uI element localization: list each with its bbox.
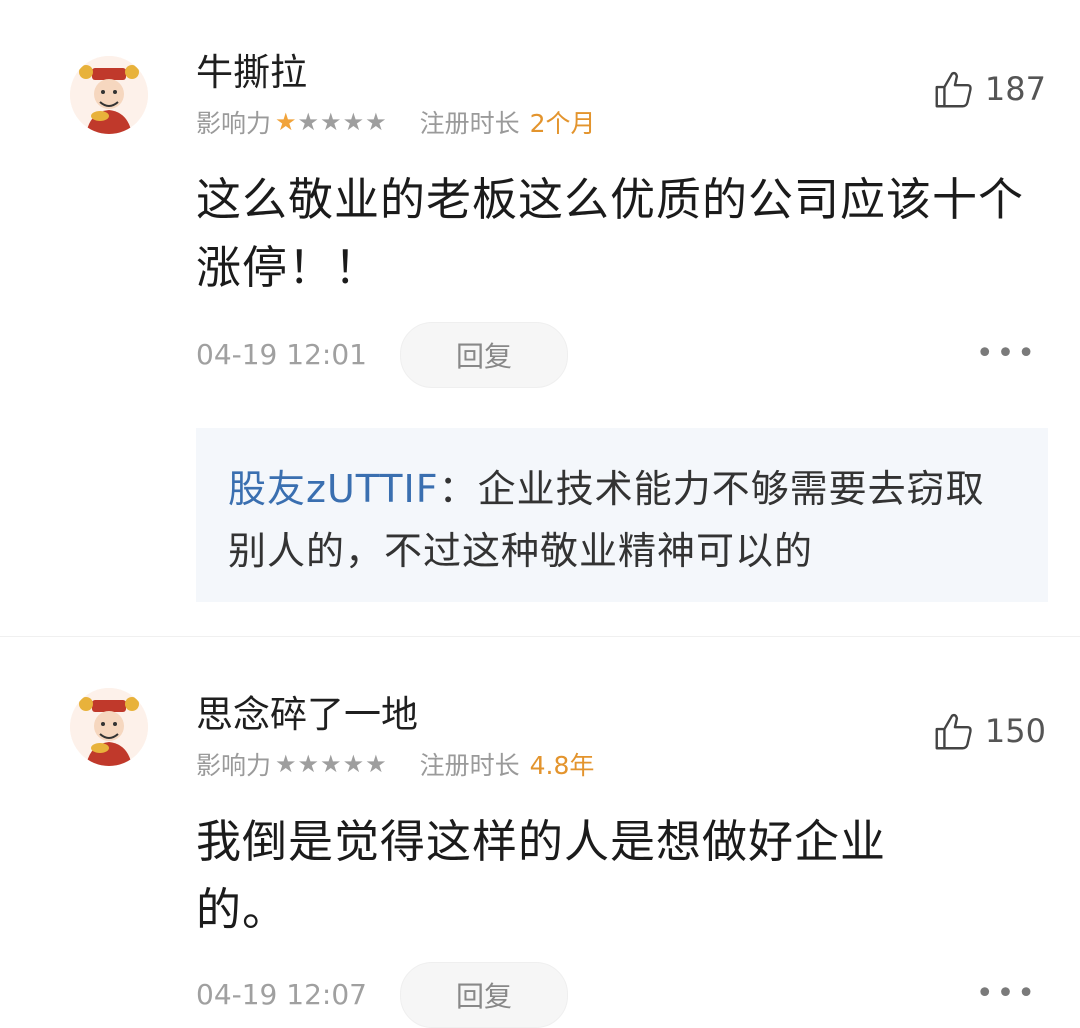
more-dots-icon[interactable]: ••• (976, 336, 1038, 371)
thumbs-up-icon (935, 713, 972, 750)
register-value: 4.8年 (529, 751, 595, 780)
register-label: 注册时长 (419, 751, 520, 780)
username[interactable]: 牛撕拉 (196, 42, 307, 96)
thumbs-up-icon (935, 71, 972, 108)
star-icon: ★ (275, 108, 298, 136)
sub-reply-separator: ： (438, 467, 478, 511)
comment-content: 我倒是觉得这样的人是想做好企业的。 (196, 815, 887, 936)
like-count: 150 (984, 712, 1046, 750)
comment-time: 04-19 12:07 (196, 978, 367, 1011)
avatar[interactable] (70, 688, 148, 766)
user-meta: 影响力 ★★★★★ 注册时长 2个月 (196, 104, 596, 140)
like-count: 187 (984, 70, 1046, 108)
reply-button[interactable]: 回复 (400, 962, 568, 1028)
more-dots-icon[interactable]: ••• (976, 976, 1038, 1011)
influence-label: 影响力 (196, 751, 272, 780)
user-meta: 影响力 ★★★★★ 注册时长 4.8年 (196, 746, 594, 782)
star-icon: ★★★★★ (275, 750, 388, 778)
divider (0, 636, 1080, 637)
reply-button[interactable]: 回复 (400, 322, 568, 388)
comment-content: 这么敬业的老板这么优质的公司应该十个涨停！！ (196, 173, 1025, 294)
influence-rating: ★★★★★ (275, 108, 388, 136)
like-button[interactable]: 187 (931, 66, 1046, 112)
comment-time: 04-19 12:01 (196, 338, 367, 371)
influence-label: 影响力 (196, 109, 272, 138)
caishen-avatar-icon (70, 688, 148, 766)
username[interactable]: 思念碎了一地 (196, 684, 418, 738)
avatar[interactable] (70, 56, 148, 134)
influence-rating: ★★★★★ (275, 750, 388, 778)
like-button[interactable]: 150 (931, 708, 1046, 754)
sub-reply-user[interactable]: 股友zUTTIF (228, 467, 439, 511)
caishen-avatar-icon (70, 56, 148, 134)
register-value: 2个月 (529, 109, 596, 138)
register-label: 注册时长 (419, 109, 520, 138)
sub-reply[interactable]: 股友zUTTIF：企业技术能力不够需要去窃取别人的，不过这种敬业精神可以的 (196, 428, 1048, 602)
star-icon: ★★★★ (297, 108, 388, 136)
